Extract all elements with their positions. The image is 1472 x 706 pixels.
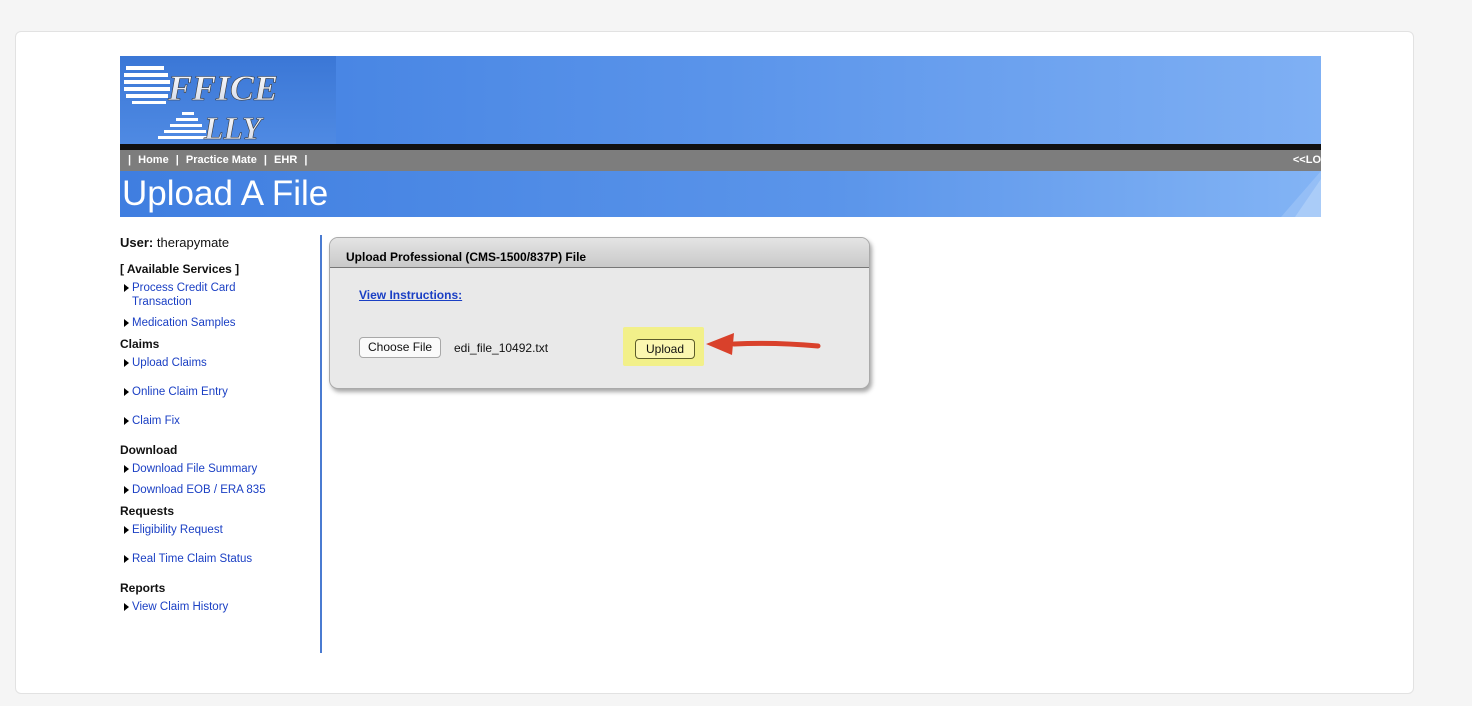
sidebar-item-label: Online Claim Entry — [132, 386, 228, 398]
sidebar-item-label: View Claim History — [132, 601, 229, 613]
sidebar-item-label: Process Credit Card Transaction — [132, 282, 236, 308]
triangle-right-icon — [124, 359, 129, 367]
sidebar-item-medication-samples[interactable]: Medication Samples — [124, 316, 320, 330]
svg-text:LLY: LLY — [203, 110, 264, 144]
nav-ehr[interactable]: EHR — [274, 154, 297, 166]
logo-graphic: FFICE LLY — [124, 66, 278, 144]
red-arrow-icon — [706, 333, 821, 355]
top-nav-links: | Home | Practice Mate | EHR | — [124, 150, 311, 171]
triangle-right-icon — [124, 555, 129, 563]
choose-file-button[interactable]: Choose File — [359, 337, 442, 358]
triangle-right-icon — [124, 603, 129, 611]
top-nav: | Home | Practice Mate | EHR | <<LO — [120, 150, 1321, 171]
office-ally-logo[interactable]: FFICE LLY — [120, 56, 336, 144]
sidebar-item-claim-fix[interactable]: Claim Fix — [124, 414, 320, 428]
triangle-right-icon — [124, 465, 129, 473]
page-frame: FFICE LLY | Home | Practice Mate | EHR | — [15, 31, 1414, 694]
user-name: therapymate — [156, 235, 230, 250]
sidebar: User: therapymate [ Available Services ]… — [120, 235, 320, 621]
nav-separator: | — [128, 154, 132, 166]
svg-text:FFICE: FFICE — [167, 68, 278, 108]
upload-button[interactable]: Upload — [635, 339, 695, 359]
title-bar-decoration — [1281, 171, 1321, 217]
sidebar-item-label: Download File Summary — [132, 463, 258, 475]
sidebar-item-process-credit-card[interactable]: Process Credit Card Transaction — [124, 281, 320, 309]
sidebar-item-eligibility-request[interactable]: Eligibility Request — [124, 523, 320, 537]
selected-file-name: edi_file_10492.txt — [454, 341, 549, 355]
title-bar: Upload A File — [120, 171, 1321, 217]
download-heading: Download — [120, 443, 178, 457]
sidebar-item-label: Real Time Claim Status — [132, 553, 253, 565]
claims-heading: Claims — [120, 337, 160, 351]
nav-logout-link[interactable]: <<LO — [1293, 150, 1321, 171]
sidebar-divider — [320, 235, 322, 653]
requests-heading: Requests — [120, 504, 175, 518]
nav-separator: | — [263, 154, 267, 166]
upload-panel: Upload Professional (CMS-1500/837P) File… — [329, 237, 870, 389]
sidebar-item-online-claim-entry[interactable]: Online Claim Entry — [124, 385, 320, 399]
sidebar-item-view-claim-history[interactable]: View Claim History — [124, 600, 320, 614]
sidebar-item-upload-claims[interactable]: Upload Claims — [124, 356, 320, 370]
triangle-right-icon — [124, 486, 129, 494]
page-title: Upload A File — [122, 174, 329, 213]
sidebar-item-download-eob-era[interactable]: Download EOB / ERA 835 — [124, 483, 320, 497]
nav-practice-mate[interactable]: Practice Mate — [186, 154, 257, 166]
triangle-right-icon — [124, 319, 129, 327]
triangle-right-icon — [124, 284, 129, 292]
sidebar-item-download-file-summary[interactable]: Download File Summary — [124, 462, 320, 476]
triangle-right-icon — [124, 388, 129, 396]
sidebar-item-label: Medication Samples — [132, 317, 236, 329]
nav-home[interactable]: Home — [138, 154, 169, 166]
sidebar-item-label: Eligibility Request — [132, 524, 223, 536]
triangle-right-icon — [124, 417, 129, 425]
upload-panel-title: Upload Professional (CMS-1500/837P) File — [330, 238, 869, 268]
sidebar-item-label: Claim Fix — [132, 415, 180, 427]
view-instructions-link[interactable]: View Instructions: — [359, 288, 462, 302]
reports-heading: Reports — [120, 581, 166, 595]
header-banner: FFICE LLY — [120, 56, 1321, 144]
user-info: User: therapymate — [120, 235, 320, 250]
sidebar-item-label: Upload Claims — [132, 357, 207, 369]
nav-separator: | — [304, 154, 308, 166]
triangle-right-icon — [124, 526, 129, 534]
user-label: User: — [120, 235, 154, 250]
sidebar-item-label: Download EOB / ERA 835 — [132, 484, 266, 496]
available-services-heading: [ Available Services ] — [120, 262, 240, 276]
nav-separator: | — [175, 154, 179, 166]
sidebar-item-real-time-claim-status[interactable]: Real Time Claim Status — [124, 552, 320, 566]
